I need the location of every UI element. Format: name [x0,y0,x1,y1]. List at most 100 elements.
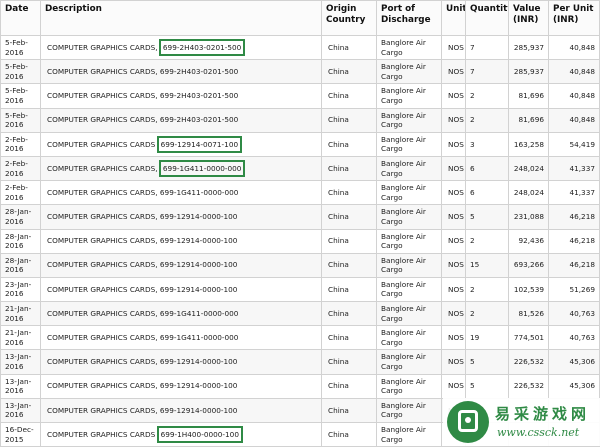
quantity-cell: 2 [465,83,509,109]
watermark-brand: 易采游戏网 [495,405,591,423]
part-number: 699-2H403-0201-500 [159,66,239,76]
table-row: 2-Feb-2016 COMPUTER GRAPHICS CARDS, 699-1… [0,155,600,182]
unit-cell: NOS [441,180,466,206]
date-cell: 28-Jan-2016 [0,228,41,254]
table-row: 5-Feb-2016 COMPUTER GRAPHICS CARDS, 699-2… [0,107,600,133]
origin-country-cell: China [321,107,377,133]
part-number: 699-2H403-0201-500 [159,91,239,101]
table-row: 13-Jan-2016 COMPUTER GRAPHICS CARDS, 699-… [0,349,600,375]
date-cell: 13-Jan-2016 [0,373,41,399]
date-cell: 5-Feb-2016 [0,107,41,133]
date-cell: 28-Jan-2016 [0,204,41,230]
description-cell: COMPUTER GRAPHICS CARDS, 699-12914-0000-… [40,397,322,424]
unit-cell: NOS [441,373,466,399]
per-unit-cell: 41,337 [548,180,600,206]
value-cell: 81,526 [508,301,549,327]
quantity-cell: 2 [465,301,509,327]
date-cell: 21-Jan-2016 [0,325,41,351]
description-text: COMPUTER GRAPHICS CARDS, [47,260,158,270]
port-of-discharge-cell: Banglore Air Cargo [376,325,442,351]
unit-cell: NOS [441,349,466,375]
origin-country-cell: China [321,397,377,424]
description-cell: COMPUTER GRAPHICS CARDS, 699-12914-0000-… [40,349,322,375]
origin-country-cell: China [321,155,377,182]
quantity-cell: 6 [465,180,509,206]
description-cell: COMPUTER GRAPHICS CARDS, 699-2H403-0201-… [40,59,322,85]
description-cell: COMPUTER GRAPHICS CARDS, 699-1G411-0000-… [40,301,322,327]
quantity-cell: 2 [465,107,509,133]
highlighted-part-number: 699-2H403-0201-500 [158,38,246,57]
col-header-port-of-discharge[interactable]: Port of Discharge [376,0,442,36]
part-number: 699-12914-0000-100 [159,405,238,415]
unit-cell: NOS [441,155,466,182]
col-header-origin-country[interactable]: Origin Country [321,0,377,36]
per-unit-cell: 46,218 [548,252,600,278]
per-unit-cell: 45,306 [548,349,600,375]
col-header-description[interactable]: Description [40,0,322,36]
value-cell: 163,258 [508,131,549,157]
date-cell: 16-Dec-2015 [0,421,41,447]
highlighted-part-number: 699-1H400-0000-100 [156,425,243,444]
port-of-discharge-cell: Banglore Air Cargo [376,155,442,182]
description-cell: COMPUTER GRAPHICS CARDS, 699-2H403-0201-… [40,107,322,133]
port-of-discharge-cell: Banglore Air Cargo [376,34,442,61]
per-unit-cell: 51,269 [548,276,600,303]
table-row: 21-Jan-2016 COMPUTER GRAPHICS CARDS, 699-… [0,325,600,351]
watermark-url: www.cssck.net [497,426,580,439]
port-of-discharge-cell: Banglore Air Cargo [376,301,442,327]
port-of-discharge-cell: Banglore Air Cargo [376,204,442,230]
description-text: COMPUTER GRAPHICS CARDS, [47,284,158,294]
description-cell: COMPUTER GRAPHICS CARDS, 699-12914-0000-… [40,204,322,230]
value-cell: 248,024 [508,155,549,182]
description-cell: COMPUTER GRAPHICS CARDS, 699-1G411-0000-… [40,155,322,182]
description-text: COMPUTER GRAPHICS CARDS, [47,163,158,173]
description-cell: COMPUTER GRAPHICS CARDS, 699-1G411-0000-… [40,325,322,351]
per-unit-cell: 40,848 [548,83,600,109]
table-row: 21-Jan-2016 COMPUTER GRAPHICS CARDS, 699-… [0,301,600,327]
description-text: COMPUTER GRAPHICS CARDS, [47,42,158,52]
origin-country-cell: China [321,349,377,375]
origin-country-cell: China [321,301,377,327]
description-text: COMPUTER GRAPHICS CARDS, [47,91,158,101]
description-cell: COMPUTER GRAPHICS CARDS, 699-12914-0000-… [40,276,322,303]
col-header-quantity[interactable]: Quantity [465,0,509,36]
part-number: 699-2H403-0201-500 [159,115,239,125]
table-row: 5-Feb-2016 COMPUTER GRAPHICS CARDS, 699-2… [0,34,600,61]
origin-country-cell: China [321,59,377,85]
quantity-cell: 5 [465,373,509,399]
value-cell: 102,539 [508,276,549,303]
col-header-unit[interactable]: Unit [441,0,466,36]
quantity-cell: 2 [465,228,509,254]
unit-cell: NOS [441,252,466,278]
origin-country-cell: China [321,180,377,206]
origin-country-cell: China [321,276,377,303]
port-of-discharge-cell: Banglore Air Cargo [376,107,442,133]
quantity-cell: 19 [465,325,509,351]
part-number: 699-12914-0000-100 [159,236,238,246]
date-cell: 5-Feb-2016 [0,59,41,85]
value-cell: 226,532 [508,373,549,399]
port-of-discharge-cell: Banglore Air Cargo [376,180,442,206]
part-number: 699-1G411-0000-000 [159,333,239,343]
col-header-date[interactable]: Date [0,0,41,36]
col-header-per-unit[interactable]: Per Unit (INR) [548,0,600,36]
description-cell: COMPUTER GRAPHICS CARDS, 699-12914-0000-… [40,252,322,278]
origin-country-cell: China [321,204,377,230]
value-cell: 248,024 [508,180,549,206]
per-unit-cell: 40,848 [548,34,600,61]
description-cell: COMPUTER GRAPHICS CARDS, 699-12914-0000-… [40,373,322,399]
description-text: COMPUTER GRAPHICS CARDS, [47,187,158,197]
value-cell: 231,088 [508,204,549,230]
quantity-cell: 15 [465,252,509,278]
col-header-value[interactable]: Value (INR) [508,0,549,36]
unit-cell: NOS [441,276,466,303]
value-cell: 226,532 [508,349,549,375]
shipment-table: Date Description Origin Country Port of … [0,0,600,447]
port-of-discharge-cell: Banglore Air Cargo [376,397,442,424]
description-cell: COMPUTER GRAPHICS CARDS, 699-12914-0000-… [40,228,322,254]
date-cell: 28-Jan-2016 [0,252,41,278]
value-cell: 92,436 [508,228,549,254]
per-unit-cell: 54,419 [548,131,600,157]
date-cell: 2-Feb-2016 [0,180,41,206]
quantity-cell: 7 [465,34,509,61]
